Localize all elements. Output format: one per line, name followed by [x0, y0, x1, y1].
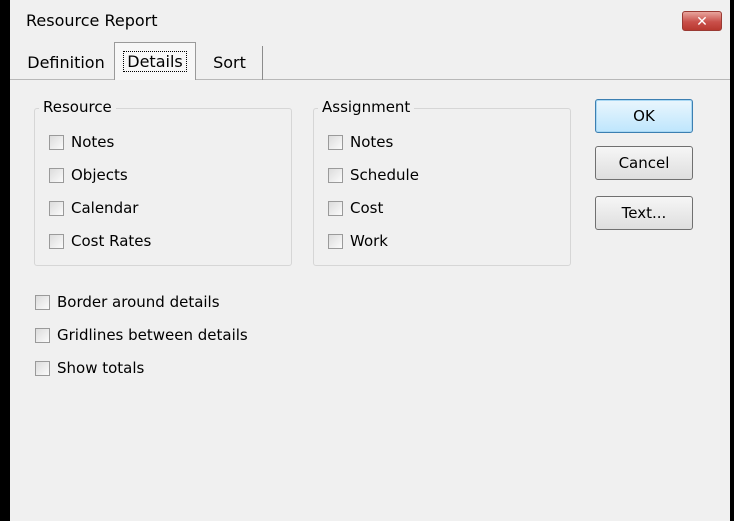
cancel-button[interactable]: Cancel [595, 146, 693, 180]
checkbox-box[interactable] [328, 167, 343, 183]
border-around-details-checkbox[interactable]: Border around details [35, 291, 220, 313]
checkbox-box[interactable] [49, 134, 64, 150]
resource-objects-checkbox[interactable]: Objects [49, 164, 128, 186]
checkbox-box[interactable] [49, 200, 64, 216]
checkbox-label: Notes [350, 133, 394, 151]
tab-details-label: Details [123, 51, 187, 72]
assignment-group-legend: Assignment [318, 98, 415, 116]
assignment-work-checkbox[interactable]: Work [328, 230, 388, 252]
checkbox-label: Gridlines between details [57, 326, 248, 344]
window-frame-right [730, 0, 734, 521]
assignment-schedule-checkbox[interactable]: Schedule [328, 164, 419, 186]
show-totals-checkbox[interactable]: Show totals [35, 357, 144, 379]
tab-details[interactable]: Details [114, 42, 196, 80]
checkbox-label: Calendar [71, 199, 139, 217]
checkbox-box[interactable] [49, 167, 64, 183]
checkbox-box[interactable] [35, 360, 50, 376]
window-frame-left [0, 0, 10, 521]
checkbox-label: Objects [71, 166, 128, 184]
text-button[interactable]: Text... [595, 196, 693, 230]
resource-calendar-checkbox[interactable]: Calendar [49, 197, 138, 219]
checkbox-box[interactable] [35, 294, 50, 310]
tab-sort[interactable]: Sort [197, 46, 263, 80]
checkbox-label: Work [350, 232, 388, 250]
checkbox-box[interactable] [328, 233, 343, 249]
ok-button[interactable]: OK [595, 99, 693, 133]
resource-report-dialog: Resource Report ✕ Definition Details Sor… [10, 0, 730, 521]
checkbox-box[interactable] [328, 134, 343, 150]
title-bar[interactable]: Resource Report ✕ [10, 0, 730, 42]
checkbox-box[interactable] [35, 327, 50, 343]
window-title: Resource Report [26, 11, 158, 30]
checkbox-label: Show totals [57, 359, 145, 377]
resource-group: Resource Notes Objects Calendar Cost Rat… [34, 98, 292, 266]
tab-definition[interactable]: Definition [16, 46, 116, 80]
checkbox-box[interactable] [49, 233, 64, 249]
checkbox-label: Schedule [350, 166, 419, 184]
checkbox-label: Cost Rates [71, 232, 152, 250]
assignment-notes-checkbox[interactable]: Notes [328, 131, 393, 153]
checkbox-box[interactable] [328, 200, 343, 216]
resource-group-legend: Resource [39, 98, 116, 116]
assignment-group: Assignment Notes Schedule Cost Work [313, 98, 571, 266]
resource-cost-rates-checkbox[interactable]: Cost Rates [49, 230, 151, 252]
close-button[interactable]: ✕ [682, 11, 722, 31]
resource-notes-checkbox[interactable]: Notes [49, 131, 114, 153]
checkbox-label: Border around details [57, 293, 220, 311]
gridlines-between-details-checkbox[interactable]: Gridlines between details [35, 324, 248, 346]
checkbox-label: Notes [71, 133, 115, 151]
assignment-cost-checkbox[interactable]: Cost [328, 197, 383, 219]
checkbox-label: Cost [350, 199, 384, 217]
close-icon: ✕ [696, 14, 708, 30]
